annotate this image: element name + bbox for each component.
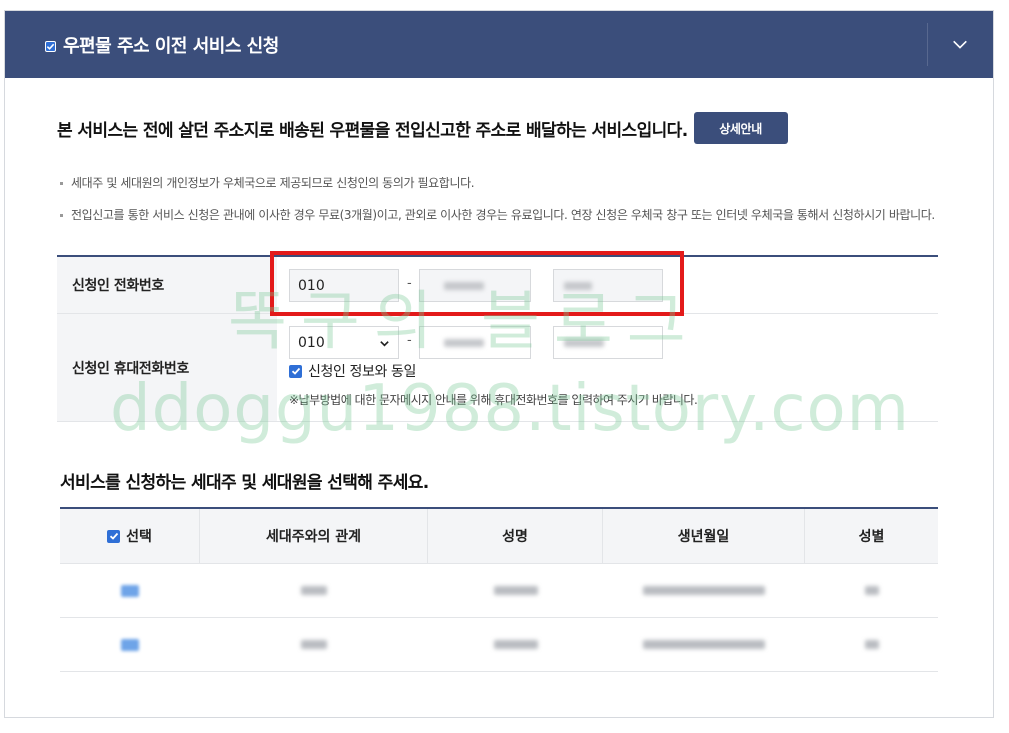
row-select-checkbox[interactable] [60, 618, 200, 671]
panel-title: 우편물 주소 이전 서비스 신청 [63, 35, 279, 57]
same-as-applicant-label: 신청인 정보와 동일 [308, 364, 416, 380]
phone-label: 신청인 전화번호 [57, 257, 277, 313]
intro-text: 본 서비스는 전에 살던 주소지로 배송된 우편물을 전입신고한 주소로 배달하… [57, 120, 688, 141]
header-check-icon [45, 41, 56, 52]
redacted-value [564, 282, 592, 290]
notes-list: 세대주 및 세대원의 개인정보가 우체국으로 제공되므로 신청인의 동의가 필요… [57, 172, 939, 236]
checkbox-checked-icon [289, 364, 302, 378]
mobile-area-select[interactable]: 010 [289, 326, 399, 359]
phone-middle-input[interactable] [419, 269, 531, 302]
name-cell [428, 564, 603, 617]
mobile-fields: 010 - 신청인 정보와 동일 ※납부방법에 대한 문자메시지 안내를 위해 … [277, 314, 938, 421]
redacted-checkbox [121, 638, 139, 651]
redacted-value [864, 640, 879, 649]
members-title: 서비스를 신청하는 세대주 및 세대원을 선택해 주세요. [60, 473, 429, 493]
intro: 본 서비스는 전에 살던 주소지로 배송된 우편물을 전입신고한 주소로 배달하… [57, 112, 788, 144]
name-cell [428, 618, 603, 671]
header-divider [927, 23, 928, 66]
birthdate-cell [603, 618, 805, 671]
phone-fields: 010 - [277, 257, 938, 313]
applicant-form: 신청인 전화번호 010 - 신청인 휴대전화번호 010 - 신청인 정보와 … [57, 255, 938, 422]
phone-last-input[interactable] [553, 269, 663, 302]
redacted-value [564, 339, 604, 347]
column-header: 생년월일 [603, 509, 805, 563]
gender-cell [805, 618, 938, 671]
relation-cell [200, 564, 428, 617]
birthdate-cell [603, 564, 805, 617]
redacted-value [864, 586, 879, 595]
gender-cell [805, 564, 938, 617]
column-header: 성별 [858, 529, 885, 545]
detail-info-button[interactable]: 상세안내 [693, 112, 788, 144]
mobile-separator-1: - [407, 333, 412, 348]
redacted-value [643, 640, 765, 649]
redacted-value [493, 586, 538, 595]
table-row [60, 564, 938, 618]
column-header: 세대주와의 관계 [200, 509, 428, 563]
mobile-area-value: 010 [298, 334, 325, 351]
redacted-value [444, 282, 484, 290]
redacted-value [444, 339, 484, 347]
note-item: 세대주 및 세대원의 개인정보가 우체국으로 제공되므로 신청인의 동의가 필요… [57, 172, 939, 194]
column-header: 성명 [428, 509, 603, 563]
mobile-last-input[interactable] [553, 326, 663, 359]
mobile-middle-input[interactable] [419, 326, 531, 359]
members-table: 선택 세대주와의 관계 성명 생년월일 성별 [60, 507, 938, 672]
table-header-row: 선택 세대주와의 관계 성명 생년월일 성별 [60, 509, 938, 564]
phone-separator-1: - [407, 276, 412, 291]
chevron-down-icon[interactable] [949, 33, 971, 55]
redacted-checkbox [121, 584, 139, 597]
relation-cell [200, 618, 428, 671]
phone-area-input[interactable]: 010 [289, 269, 399, 302]
phone-row: 신청인 전화번호 010 - [57, 257, 938, 314]
chevron-down-icon [379, 337, 390, 353]
mobile-label: 신청인 휴대전화번호 [57, 314, 277, 421]
table-row [60, 618, 938, 672]
redacted-value [301, 640, 327, 649]
redacted-value [643, 586, 765, 595]
panel-header: 우편물 주소 이전 서비스 신청 [5, 11, 993, 78]
mobile-hint: ※납부방법에 대한 문자메시지 안내를 위해 휴대전화번호를 입력하여 주시기 … [289, 393, 698, 407]
column-header: 선택 [126, 529, 152, 545]
redacted-value [493, 640, 538, 649]
checkbox-checked-icon [107, 529, 121, 543]
same-as-applicant-checkbox[interactable]: 신청인 정보와 동일 [289, 361, 416, 381]
row-select-checkbox[interactable] [60, 564, 200, 617]
redacted-value [301, 586, 327, 595]
mobile-row: 신청인 휴대전화번호 010 - 신청인 정보와 동일 ※납부방법에 대한 문자… [57, 314, 938, 422]
note-item: 전입신고를 통한 서비스 신청은 관내에 이사한 경우 무료(3개월)이고, 관… [57, 204, 939, 226]
select-all-header[interactable]: 선택 [60, 509, 200, 563]
